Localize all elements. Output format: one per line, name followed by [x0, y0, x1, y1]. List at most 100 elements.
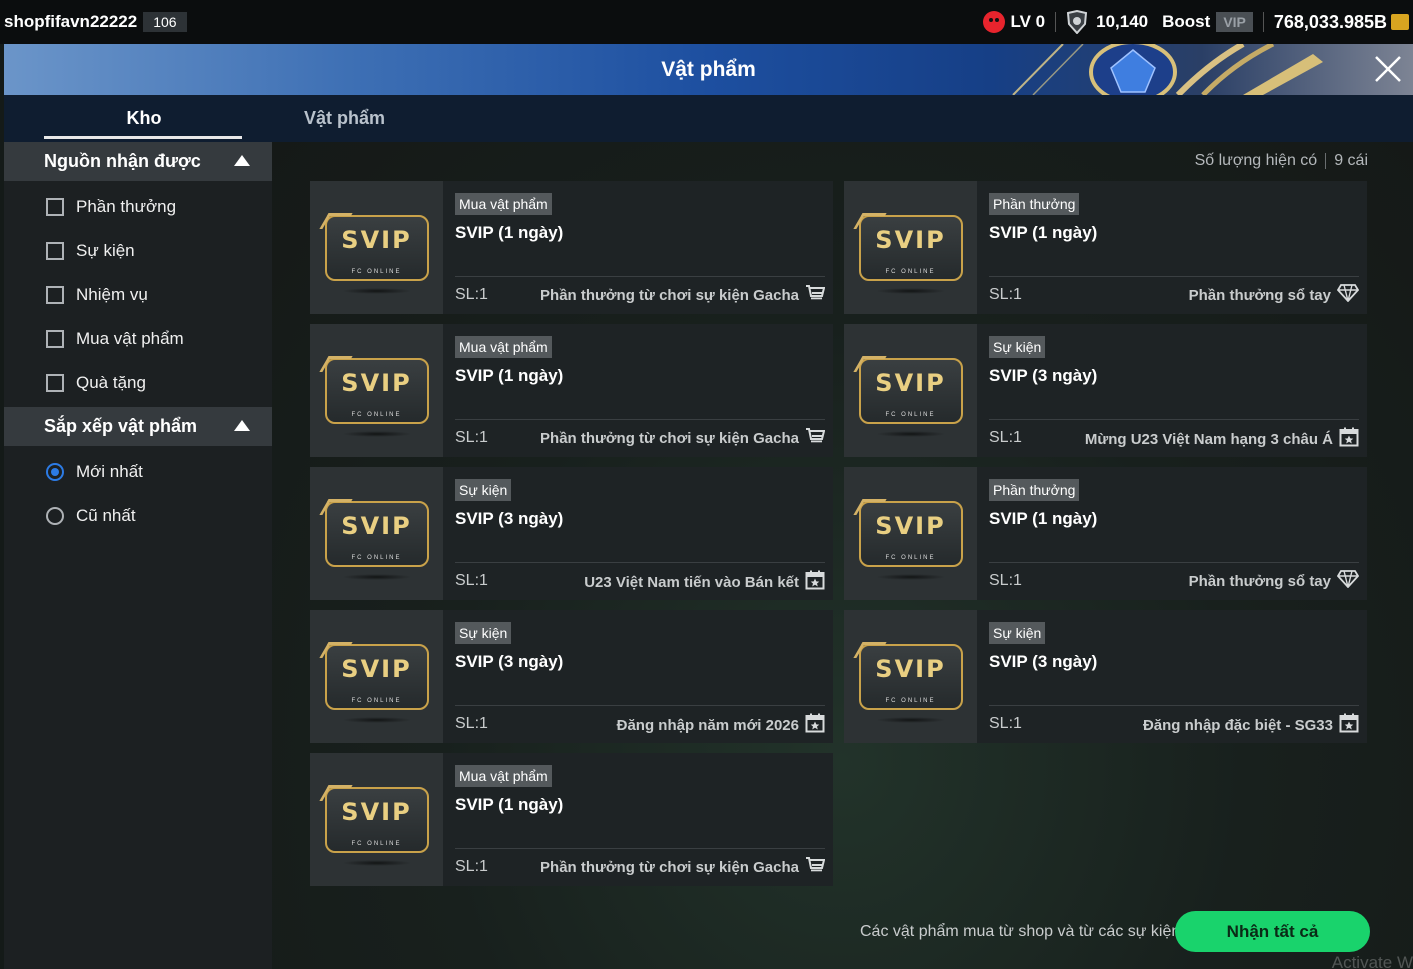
item-thumbnail: SVIP FC ONLINE: [310, 181, 443, 314]
svip-logo-text: SVIP: [341, 797, 412, 826]
claim-all-button[interactable]: Nhận tất cả: [1175, 911, 1370, 952]
logo-shadow: [342, 860, 412, 866]
svip-logo: SVIP FC ONLINE: [318, 784, 429, 853]
filter-label: Mua vật phẩm: [76, 329, 184, 348]
item-card[interactable]: SVIP FC ONLINE Mua vật phẩm SVIP (1 ngày) SL…: [310, 181, 833, 314]
item-card[interactable]: SVIP FC ONLINE Sự kiện SVIP (3 ngày) SL:1 U23…: [310, 467, 833, 600]
item-tag: Sự kiện: [989, 622, 1046, 644]
sort-oldest[interactable]: Cũ nhất: [4, 494, 272, 538]
item-quantity: SL:1: [989, 429, 1022, 446]
item-thumbnail: SVIP FC ONLINE: [844, 467, 977, 600]
item-tag: Phần thưởng: [989, 193, 1080, 215]
tab-vat-pham[interactable]: Vật phẩm: [304, 95, 385, 142]
item-source-text: Phần thưởng từ chơi sự kiện Gacha: [540, 429, 799, 447]
username: shopfifavn22222: [4, 12, 138, 31]
checkbox[interactable]: [46, 242, 64, 260]
sort-title: Sắp xếp vật phẩm: [44, 416, 198, 436]
item-card[interactable]: SVIP FC ONLINE Sự kiện SVIP (3 ngày) SL:1 Đăn…: [310, 610, 833, 743]
inventory-panel: Số lượng hiện có 9 cái SVIP FC ONLINE Mua …: [272, 142, 1413, 969]
item-details: Phần thưởng SVIP (1 ngày) SL:1 Phần thưởng …: [977, 181, 1367, 314]
logo-shadow: [876, 574, 946, 580]
close-icon[interactable]: [1373, 54, 1403, 84]
item-quantity: SL:1: [989, 286, 1022, 303]
divider: [989, 419, 1359, 420]
item-name: SVIP (1 ngày): [455, 223, 564, 242]
svip-logo: SVIP FC ONLINE: [318, 498, 429, 567]
svip-logo-text: SVIP: [341, 368, 412, 397]
item-source-text: Phần thưởng sổ tay: [1188, 572, 1331, 590]
item-card[interactable]: SVIP FC ONLINE Phần thưởng SVIP (1 ngày) SL:…: [844, 467, 1367, 600]
radio-button[interactable]: [46, 507, 64, 525]
item-thumbnail: SVIP FC ONLINE: [844, 181, 977, 314]
filter-label: Phần thưởng: [76, 197, 177, 216]
item-tag: Phần thưởng: [989, 479, 1080, 501]
item-name: SVIP (3 ngày): [455, 652, 564, 671]
fc-online-text: FC ONLINE: [885, 554, 936, 561]
svip-logo-text: SVIP: [341, 225, 412, 254]
logo-shadow: [876, 288, 946, 294]
item-card[interactable]: SVIP FC ONLINE Sự kiện SVIP (3 ngày) SL:1 Đăn…: [844, 610, 1367, 743]
item-name: SVIP (3 ngày): [989, 652, 1098, 671]
svip-logo: SVIP FC ONLINE: [852, 498, 963, 567]
item-thumbnail: SVIP FC ONLINE: [844, 610, 977, 743]
bp-amount: 768,033.985B: [1273, 11, 1387, 32]
shield-icon: [1067, 10, 1088, 34]
item-quantity: SL:1: [455, 429, 488, 446]
item-card[interactable]: SVIP FC ONLINE Mua vật phẩm SVIP (1 ngày) SL…: [310, 324, 833, 457]
bp-icon: [1391, 14, 1409, 30]
divider: [455, 419, 825, 420]
item-thumbnail: SVIP FC ONLINE: [310, 324, 443, 457]
filter-nhiem-vu[interactable]: Nhiệm vụ: [4, 273, 272, 317]
item-card[interactable]: SVIP FC ONLINE Sự kiện SVIP (3 ngày) SL:1 Mừn…: [844, 324, 1367, 457]
checkbox[interactable]: [46, 374, 64, 392]
calendar-icon: [799, 570, 825, 594]
item-thumbnail: SVIP FC ONLINE: [310, 467, 443, 600]
svip-logo-text: SVIP: [875, 368, 946, 397]
item-source: U23 Việt Nam tiến vào Bán kết: [584, 570, 825, 594]
sort-newest[interactable]: Mới nhất: [4, 450, 272, 494]
filter-qua-tang[interactable]: Quà tặng: [4, 361, 272, 405]
svip-logo-text: SVIP: [341, 654, 412, 683]
sort-label: Mới nhất: [76, 462, 143, 481]
item-source: Phần thưởng sổ tay: [1189, 284, 1360, 306]
item-card[interactable]: SVIP FC ONLINE Phần thưởng SVIP (1 ngày) SL:…: [844, 181, 1367, 314]
tab-kho[interactable]: Kho: [44, 95, 244, 142]
divider: [455, 848, 825, 849]
divider: [455, 276, 825, 277]
fc-online-text: FC ONLINE: [885, 697, 936, 704]
sort-header[interactable]: Sắp xếp vật phẩm: [4, 407, 272, 446]
item-card[interactable]: SVIP FC ONLINE Mua vật phẩm SVIP (1 ngày) SL…: [310, 753, 833, 886]
item-count: Số lượng hiện có 9 cái: [1195, 152, 1368, 170]
cart-icon: [799, 856, 826, 878]
svip-logo: SVIP FC ONLINE: [318, 355, 429, 424]
item-source: Phần thưởng từ chơi sự kiện Gacha: [540, 284, 826, 306]
source-filter-header[interactable]: Nguồn nhận được: [4, 142, 272, 181]
filter-mua-vat-pham[interactable]: Mua vật phẩm: [4, 317, 272, 361]
svip-logo: SVIP FC ONLINE: [318, 641, 429, 710]
svip-logo-text: SVIP: [875, 225, 946, 254]
calendar-icon: [1333, 713, 1359, 737]
currency-bar: LV 0 10,140 Boost VIP 768,033.985B: [982, 0, 1409, 44]
item-details: Sự kiện SVIP (3 ngày) SL:1 Đăng nhập năm mớ…: [443, 610, 833, 743]
checkbox[interactable]: [46, 286, 64, 304]
checkbox[interactable]: [46, 330, 64, 348]
checkbox[interactable]: [46, 198, 64, 216]
filter-su-kien[interactable]: Sự kiện: [4, 229, 272, 273]
item-source: Đăng nhập đặc biệt - SG33: [1143, 713, 1359, 737]
divider: [455, 562, 825, 563]
top-status-bar: shopfifavn22222 106 LV 0 10,140 Boost VI…: [0, 0, 1413, 44]
logo-shadow: [876, 717, 946, 723]
radio-button[interactable]: [46, 463, 64, 481]
item-name: SVIP (1 ngày): [455, 795, 564, 814]
filter-phan-thuong[interactable]: Phần thưởng: [4, 185, 272, 229]
fc-online-text: FC ONLINE: [885, 411, 936, 418]
item-source-text: Phần thưởng từ chơi sự kiện Gacha: [540, 286, 799, 304]
vip-badge[interactable]: VIP: [1216, 12, 1253, 32]
item-details: Sự kiện SVIP (3 ngày) SL:1 U23 Việt Nam tiế…: [443, 467, 833, 600]
collapse-arrow-icon: [234, 155, 250, 166]
item-source-text: Đăng nhập năm mới 2026: [616, 716, 799, 734]
sort-options: Mới nhất Cũ nhất: [4, 446, 272, 538]
svip-logo-text: SVIP: [341, 511, 412, 540]
calendar-icon: [799, 713, 825, 737]
logo-shadow: [876, 431, 946, 437]
